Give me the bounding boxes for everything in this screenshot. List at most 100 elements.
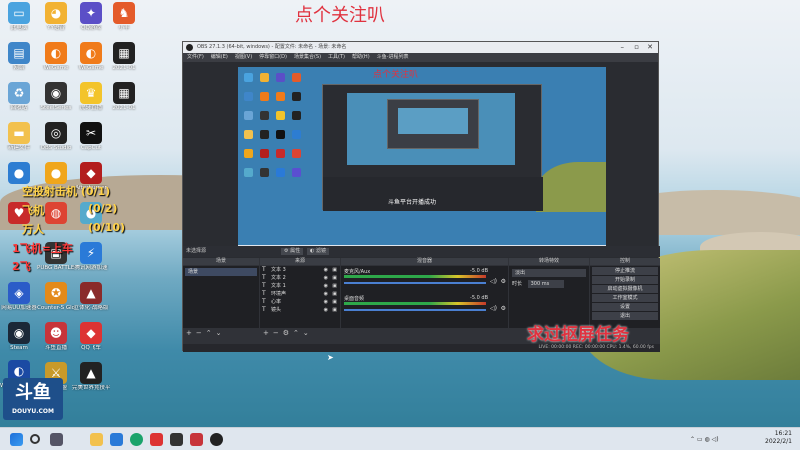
- control-button[interactable]: 停止推流: [592, 267, 658, 275]
- source-settings-icon[interactable]: ⚙: [283, 329, 293, 337]
- desktop-icon[interactable]: ✪Counter-S Global Off: [37, 282, 75, 312]
- menu-item[interactable]: 停靠窗口(D): [259, 54, 287, 60]
- control-button[interactable]: 开始录制: [592, 276, 658, 284]
- volume-slider[interactable]: [344, 309, 486, 311]
- desktop-icon[interactable]: ♞ 小羊: [105, 2, 143, 32]
- store-icon[interactable]: [110, 433, 123, 446]
- lock-icon[interactable]: ▣: [332, 290, 337, 298]
- lock-icon[interactable]: ▣: [332, 298, 337, 306]
- menu-item[interactable]: 场景集合(S): [294, 54, 321, 60]
- desktop-icon[interactable]: ⚡ 腾讯网游加速: [72, 242, 110, 272]
- visibility-icon[interactable]: ◉: [324, 298, 328, 306]
- speaker-icon[interactable]: ◁): [490, 278, 497, 285]
- desktop-icon[interactable]: ●: [0, 162, 38, 185]
- desktop-icon[interactable]: ◈ 网易UU加速器: [0, 282, 38, 312]
- edge-icon[interactable]: [130, 433, 143, 446]
- minimize-icon[interactable]: –: [621, 42, 625, 53]
- desktop-icon[interactable]: ◉ Steam: [0, 322, 38, 352]
- channel-gear-icon[interactable]: ⚙: [501, 305, 506, 312]
- desktop-icon[interactable]: ▲完美世界竞技平台: [72, 362, 110, 392]
- duration-input[interactable]: 300 ms: [527, 280, 564, 288]
- visibility-icon[interactable]: ◉: [324, 290, 328, 298]
- lock-icon[interactable]: ▣: [332, 282, 337, 290]
- sources-panel[interactable]: T 文本 3 ◉ ▣ T 文本 2 ◉ ▣ T 文本 1 ◉ ▣ T 环境声 ◉ ▣ T 心率 ◉ ▣ T 镜头 ◉ ▣: [260, 266, 340, 328]
- app-icon-2[interactable]: [170, 433, 183, 446]
- properties-button[interactable]: ⚙ 属性: [281, 248, 304, 255]
- desktop-icon[interactable]: ◕ YY语音: [37, 2, 75, 32]
- visibility-icon[interactable]: ◉: [324, 266, 328, 274]
- obs-title-bar[interactable]: OBS 27.1.3 (64-bit, windows) - 配置文件: 未命名…: [183, 42, 658, 53]
- desktop-icon[interactable]: ▬ 新建文件: [0, 122, 38, 152]
- control-button[interactable]: 工作室模式: [592, 294, 658, 302]
- move-up-icon[interactable]: ⌃: [206, 329, 216, 337]
- control-button[interactable]: 设置: [592, 303, 658, 311]
- source-item[interactable]: T 文本 3 ◉ ▣: [260, 266, 340, 274]
- remove-scene-icon[interactable]: −: [196, 329, 206, 337]
- close-icon[interactable]: ✕: [647, 42, 653, 53]
- tray-icons[interactable]: ⌃ ▭ ◍ ◁): [690, 436, 719, 443]
- desktop-icon[interactable]: ▭ 此电脑: [0, 2, 38, 32]
- desktop-icon[interactable]: ◉ SteelSeries: [37, 82, 75, 112]
- lock-icon[interactable]: ▣: [332, 274, 337, 282]
- desktop-icon[interactable]: ◐ WeGame: [37, 42, 75, 72]
- visibility-icon[interactable]: ◉: [324, 306, 328, 314]
- source-type-icon: T: [262, 290, 266, 297]
- maximize-icon[interactable]: ▫: [634, 42, 639, 53]
- desktop-icon[interactable]: ♻ 回收站: [0, 82, 38, 112]
- menu-item[interactable]: 工具(T): [328, 54, 345, 60]
- menu-item[interactable]: 视图(V): [235, 54, 252, 60]
- desktop-icon[interactable]: ◎ OBS Studio: [37, 122, 75, 152]
- bottom-banner-text: 求过抠屏任务: [527, 325, 629, 345]
- remove-source-icon[interactable]: −: [273, 329, 283, 337]
- desktop-icon[interactable]: ▲ 立体化·战略版: [72, 282, 110, 312]
- mixer-channel: 麦克风/Aux -5.0 dB ◁) ⚙: [341, 266, 508, 293]
- lock-icon[interactable]: ▣: [332, 306, 337, 314]
- desktop-icon[interactable]: ▤ 网络: [0, 42, 38, 72]
- app-icon: ✪: [45, 282, 67, 304]
- obs-taskbar-icon[interactable]: [210, 433, 223, 446]
- menu-item[interactable]: 帮助(H): [352, 54, 370, 60]
- scenes-panel[interactable]: 场景: [183, 266, 259, 328]
- obs-window[interactable]: OBS 27.1.3 (64-bit, windows) - 配置文件: 未命名…: [182, 41, 660, 352]
- explorer-icon[interactable]: [90, 433, 103, 446]
- visibility-icon[interactable]: ◉: [324, 282, 328, 290]
- clock[interactable]: 16:21 2022/2/1: [765, 430, 792, 446]
- menu-item[interactable]: 文件(F): [187, 54, 204, 60]
- move-down-icon[interactable]: ⌄: [216, 329, 226, 337]
- source-item[interactable]: T 环境声 ◉ ▣: [260, 290, 340, 298]
- obs-preview[interactable]: 点个关注叭 斗鱼平台开播成功: [238, 67, 606, 253]
- filters-button[interactable]: ◐ 滤镜: [307, 248, 329, 255]
- app-icon-3[interactable]: [190, 433, 203, 446]
- visibility-icon[interactable]: ◉: [324, 274, 328, 282]
- add-scene-icon[interactable]: +: [186, 329, 196, 337]
- start-icon[interactable]: [10, 433, 23, 446]
- desktop-icon[interactable]: ✂ CapCut: [72, 122, 110, 152]
- speaker-icon[interactable]: ◁): [490, 305, 497, 312]
- source-up-icon[interactable]: ⌃: [293, 329, 303, 337]
- source-item[interactable]: T 心率 ◉ ▣: [260, 298, 340, 306]
- add-source-icon[interactable]: +: [263, 329, 273, 337]
- desktop-icon[interactable]: ●: [37, 162, 75, 185]
- control-button[interactable]: 启动虚拟摄像机: [592, 285, 658, 293]
- control-button[interactable]: 退出: [592, 312, 658, 320]
- desktop-icon[interactable]: ☻ 斗鱼直播: [37, 322, 75, 352]
- channel-gear-icon[interactable]: ⚙: [501, 278, 506, 285]
- desktop-icon[interactable]: ▦ 2021-01: [105, 42, 143, 72]
- menu-item[interactable]: 编辑(E): [211, 54, 228, 60]
- source-item[interactable]: T 文本 2 ◉ ▣: [260, 274, 340, 282]
- douyu-logo: 斗鱼 DOUYU.COM: [3, 378, 63, 420]
- source-down-icon[interactable]: ⌄: [303, 329, 313, 337]
- transition-select[interactable]: 淡出: [512, 269, 586, 277]
- lock-icon[interactable]: ▣: [332, 266, 337, 274]
- scene-item[interactable]: 场景: [185, 268, 257, 276]
- desktop-icon[interactable]: ▦ 2021-01: [105, 82, 143, 112]
- task-view-icon[interactable]: [50, 433, 63, 446]
- menu-item[interactable]: 斗鱼-进程列表: [377, 54, 409, 60]
- desktop-icon[interactable]: ◆ QQ飞车: [72, 322, 110, 352]
- source-item[interactable]: T 镜头 ◉ ▣: [260, 306, 340, 314]
- app-icon-1[interactable]: [150, 433, 163, 446]
- source-item[interactable]: T 文本 1 ◉ ▣: [260, 282, 340, 290]
- search-icon[interactable]: [30, 434, 40, 444]
- desktop-icon-label: YY语音: [47, 25, 65, 31]
- volume-slider[interactable]: [344, 282, 486, 284]
